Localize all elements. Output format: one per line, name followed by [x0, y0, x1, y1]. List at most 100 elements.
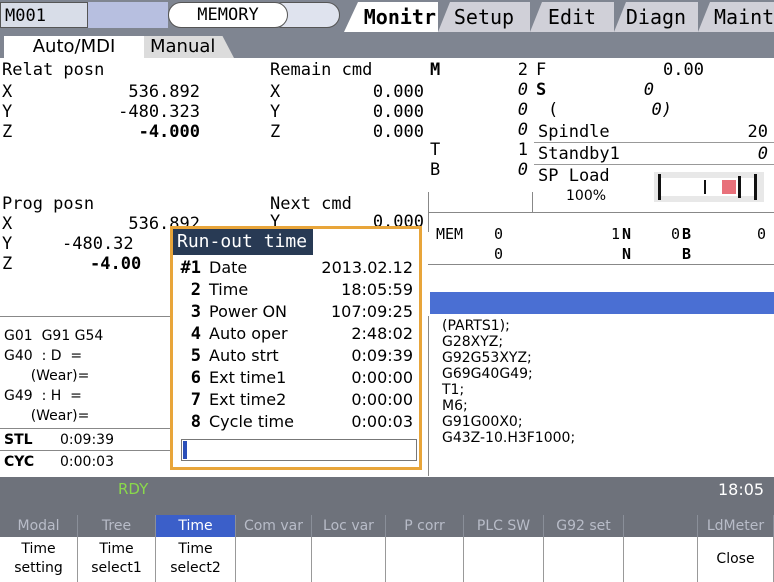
m-value: 0 [517, 80, 528, 100]
program-line: G28XYZ; [442, 334, 504, 350]
divider [0, 428, 170, 429]
s-value: 0 [643, 80, 654, 100]
program-line: T1; [442, 382, 465, 398]
tab-auto-mdi[interactable]: Auto/MDI [4, 36, 144, 58]
paren-label: ( [548, 100, 559, 120]
program-cursor-bar[interactable] [430, 292, 774, 314]
blank-button[interactable] [624, 537, 698, 582]
spindle-label: Spindle [538, 122, 610, 142]
axis-label: X [2, 82, 13, 102]
row-value: 0:09:39 [351, 346, 413, 365]
popup-input-field[interactable] [181, 439, 417, 461]
menu-modal[interactable]: Modal [0, 515, 78, 537]
popup-row[interactable]: 3 Power ON 107:09:25 [173, 301, 419, 323]
axis-value: -480.323 [118, 102, 200, 122]
ready-status: RDY [118, 480, 149, 498]
popup-row[interactable]: 2 Time 18:05:59 [173, 279, 419, 301]
tab-manual[interactable]: Manual [138, 36, 234, 58]
divider [428, 264, 774, 265]
sp-load-meter [654, 172, 764, 202]
b-value: 0 [517, 160, 528, 180]
row-label: Ext time2 [209, 390, 287, 409]
time-select1-button[interactable]: Time select1 [78, 537, 156, 582]
mem-label: MEM [436, 225, 464, 243]
popup-row[interactable]: 5 Auto strt 0:09:39 [173, 345, 419, 367]
axis-value: -4.000 [138, 122, 200, 142]
tab-diagn[interactable]: Diagn [614, 2, 698, 32]
message-bar [0, 477, 774, 515]
divider [534, 142, 774, 143]
row-value: 0:00:03 [351, 412, 413, 431]
row-number: 4 [190, 324, 201, 344]
menu-plc-sw[interactable]: PLC SW [464, 515, 544, 537]
blank-button[interactable] [312, 537, 386, 582]
menu-g92-set[interactable]: G92 set [544, 515, 624, 537]
menu-p-corr[interactable]: P corr [386, 515, 464, 537]
blank-button[interactable] [386, 537, 464, 582]
m-value: 2 [517, 60, 528, 80]
row-label: Time [209, 280, 249, 299]
tab-setup[interactable]: Setup [438, 2, 530, 32]
axis-label: Z [2, 254, 13, 274]
row-value: 107:09:25 [330, 302, 413, 321]
popup-row[interactable]: 8 Cycle time 0:00:03 [173, 411, 419, 433]
popup-row[interactable]: 7 Ext time2 0:00:00 [173, 389, 419, 411]
button-label: Close [716, 551, 755, 567]
program-line: (PARTS1); [442, 318, 510, 334]
program-line: G91G00X0; [442, 414, 523, 430]
time-setting-button[interactable]: Time setting [0, 537, 78, 582]
remain-cmd-title: Remain cmd [270, 60, 373, 80]
menu-tree[interactable]: Tree [78, 515, 156, 537]
run-out-time-popup[interactable]: Run-out time #1 Date 2013.02.12 2 Time 18:05… [170, 226, 422, 470]
time-select2-button[interactable]: Time select2 [156, 537, 236, 582]
blank-button[interactable] [544, 537, 624, 582]
program-line: G43Z-10.H3F1000; [442, 430, 576, 446]
status-indicator [88, 2, 168, 28]
close-button[interactable]: Close [698, 537, 774, 582]
tab-mainte[interactable]: Mainte [698, 2, 774, 32]
tab-monitr[interactable]: Monitr [344, 2, 438, 32]
sp-load-label: SP Load [538, 166, 610, 186]
spacer [428, 192, 533, 212]
menu-time[interactable]: Time [156, 515, 236, 537]
row-number: 5 [190, 346, 201, 366]
cyc-value: 0:00:03 [60, 454, 114, 470]
sp-load-percent: 100% [566, 188, 607, 204]
axis-label: X [2, 214, 13, 234]
axis-value: -4.00 [90, 254, 142, 274]
m-value: 0 [517, 100, 528, 120]
popup-row[interactable]: 6 Ext time1 0:00:00 [173, 367, 419, 389]
axis-value: -480.32 [62, 234, 134, 254]
axis-label: Y [2, 102, 13, 122]
tab-edit[interactable]: Edit [530, 2, 614, 32]
modal-line: (Wear)= [4, 368, 90, 384]
button-label: select2 [170, 560, 221, 576]
menu-ldmeter[interactable]: LdMeter [698, 515, 774, 537]
row-label: Power ON [209, 302, 288, 321]
menu-loc-var[interactable]: Loc var [312, 515, 386, 537]
b-label: B [682, 225, 692, 243]
modal-line: G49 : H = [4, 388, 82, 404]
m-value: 0 [517, 120, 528, 140]
menu-com-var[interactable]: Com var [236, 515, 312, 537]
modal-line: (Wear)= [4, 408, 90, 424]
program-number: 0 [494, 245, 504, 263]
button-label: Time [178, 541, 213, 557]
standby-label: Standby1 [538, 144, 620, 164]
blank-button[interactable] [236, 537, 312, 582]
next-cmd-title: Next cmd [270, 194, 352, 214]
menu-blank[interactable] [624, 515, 698, 537]
operation-mode: MEMORY [168, 2, 288, 28]
blank-button[interactable] [464, 537, 544, 582]
axis-label: X [270, 82, 281, 102]
divider [0, 450, 170, 451]
popup-row[interactable]: #1 Date 2013.02.12 [173, 257, 419, 279]
row-number: 8 [190, 412, 201, 432]
row-number: #1 [180, 258, 201, 278]
divider [428, 212, 774, 213]
standby-value: 0 [757, 144, 768, 164]
n-value: 0 [670, 225, 680, 243]
popup-row[interactable]: 4 Auto oper 2:48:02 [173, 323, 419, 345]
n-label: N [622, 225, 632, 243]
divider [428, 316, 429, 476]
